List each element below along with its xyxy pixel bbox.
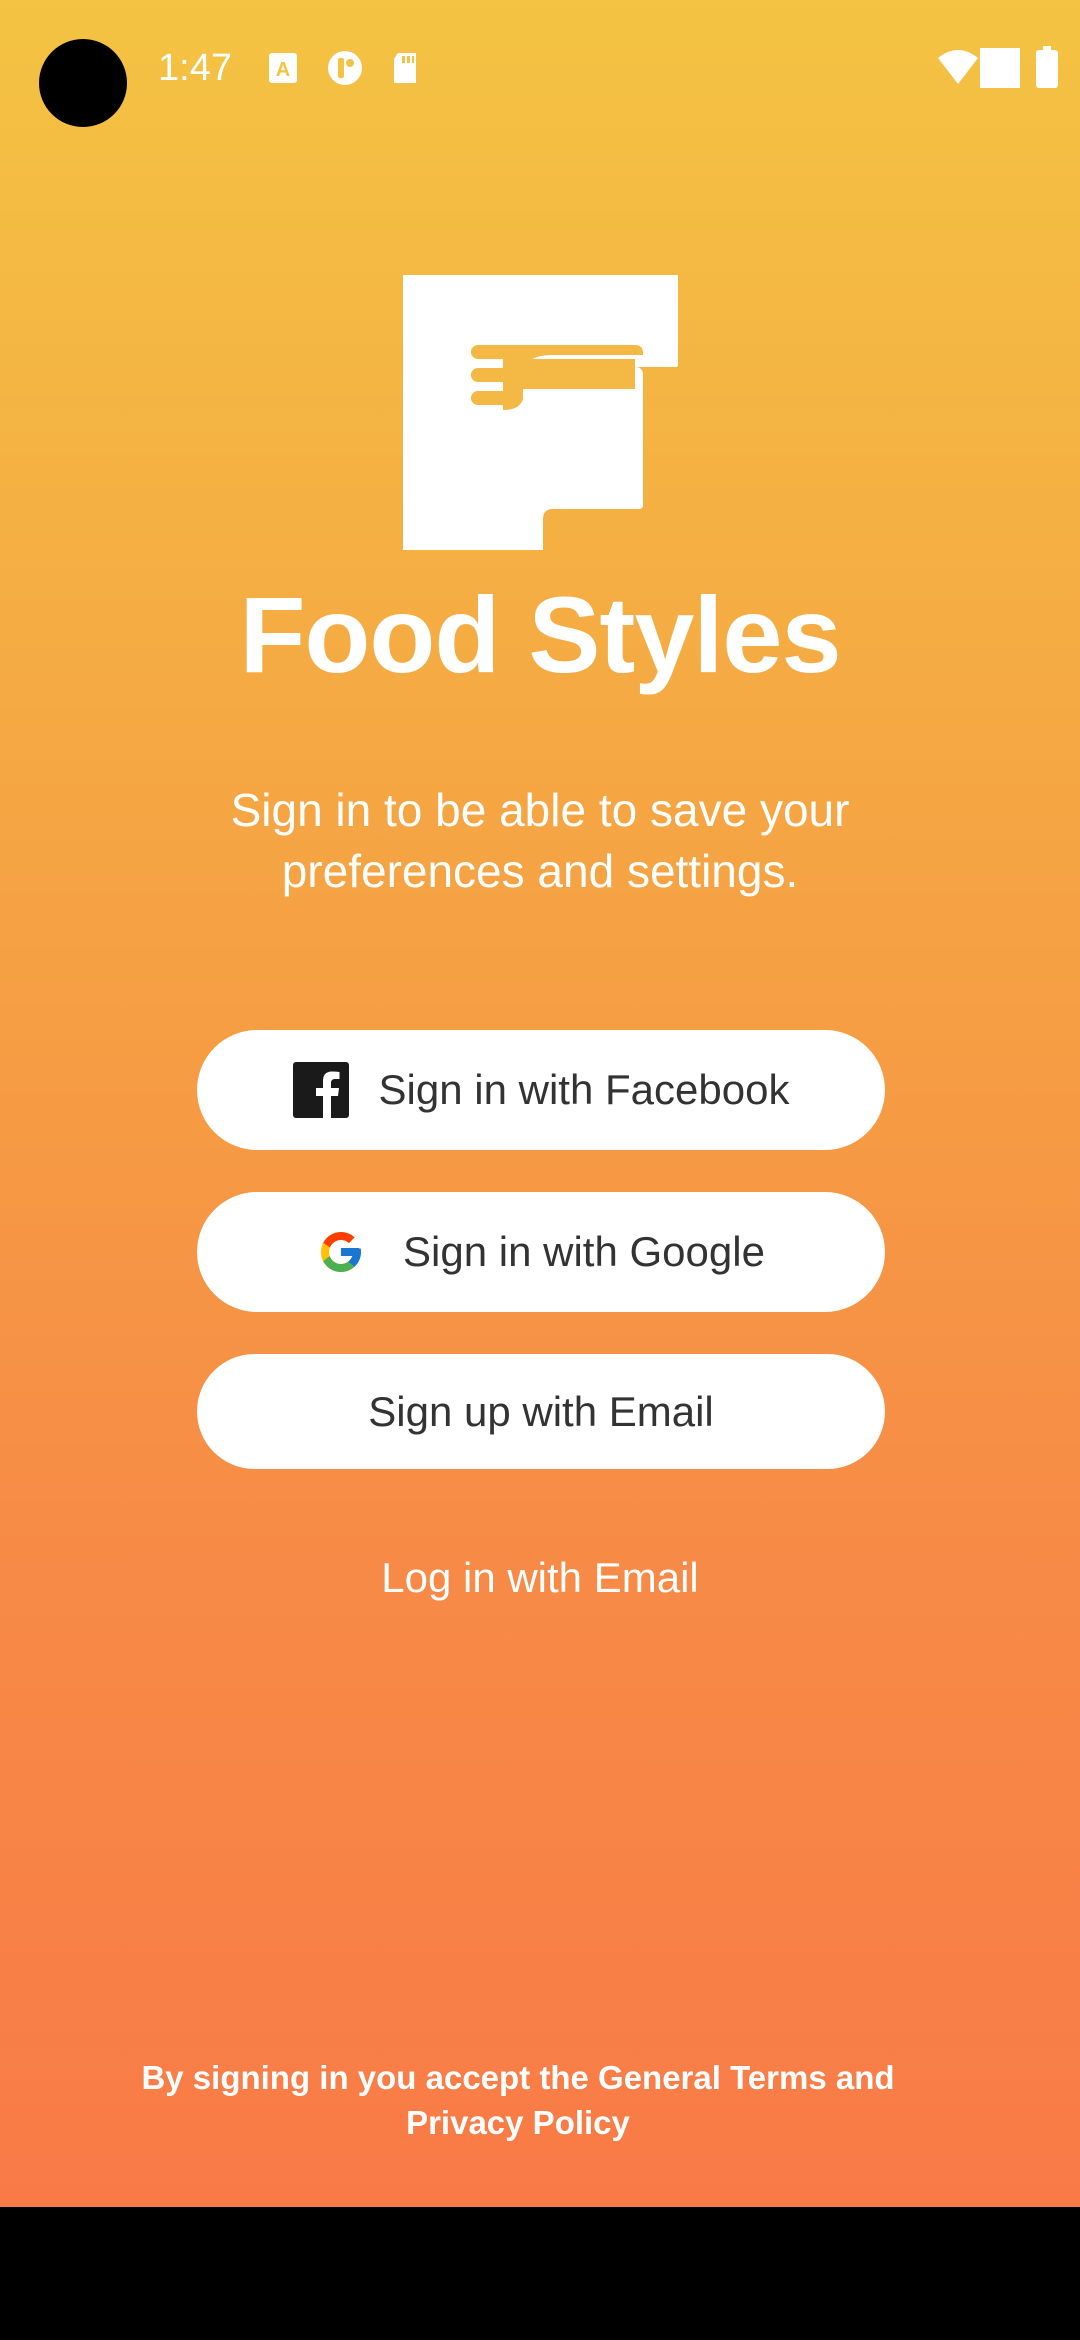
sign-up-email-label: Sign up with Email — [368, 1387, 714, 1435]
sd-card-icon — [394, 53, 416, 83]
sign-in-facebook-button[interactable]: Sign in with Facebook — [197, 1030, 885, 1150]
app-title: Food Styles — [239, 574, 841, 695]
google-icon — [321, 1232, 362, 1272]
log-in-email-link[interactable]: Log in with Email — [0, 1550, 1080, 1606]
subtitle: Sign in to be able to save your preferen… — [230, 784, 850, 897]
status-bar: 1:47 A — [0, 0, 1080, 136]
facebook-icon — [292, 1062, 349, 1118]
terms-notice[interactable]: By signing in you accept the General Ter… — [110, 2055, 926, 2145]
food-styles-logo — [403, 275, 678, 550]
battery-icon — [1036, 46, 1058, 88]
wifi-icon — [938, 50, 978, 84]
sign-in-facebook-label: Sign in with Facebook — [378, 1066, 790, 1113]
sign-in-google-label: Sign in with Google — [403, 1228, 765, 1275]
accessibility-notification-icon: A — [269, 53, 297, 83]
app-notification-icon — [328, 51, 362, 85]
sign-in-screen: 1:47 A Food Styles Sign in to be able to… — [0, 0, 1080, 2207]
cellular-signal-icon — [980, 48, 1020, 88]
sign-up-email-button[interactable]: Sign up with Email — [197, 1354, 885, 1469]
camera-cutout — [39, 39, 127, 127]
sign-in-google-button[interactable]: Sign in with Google — [197, 1192, 885, 1312]
system-navigation-bar — [0, 2207, 1080, 2340]
status-time: 1:47 — [158, 47, 232, 89]
svg-text:A: A — [276, 59, 290, 81]
